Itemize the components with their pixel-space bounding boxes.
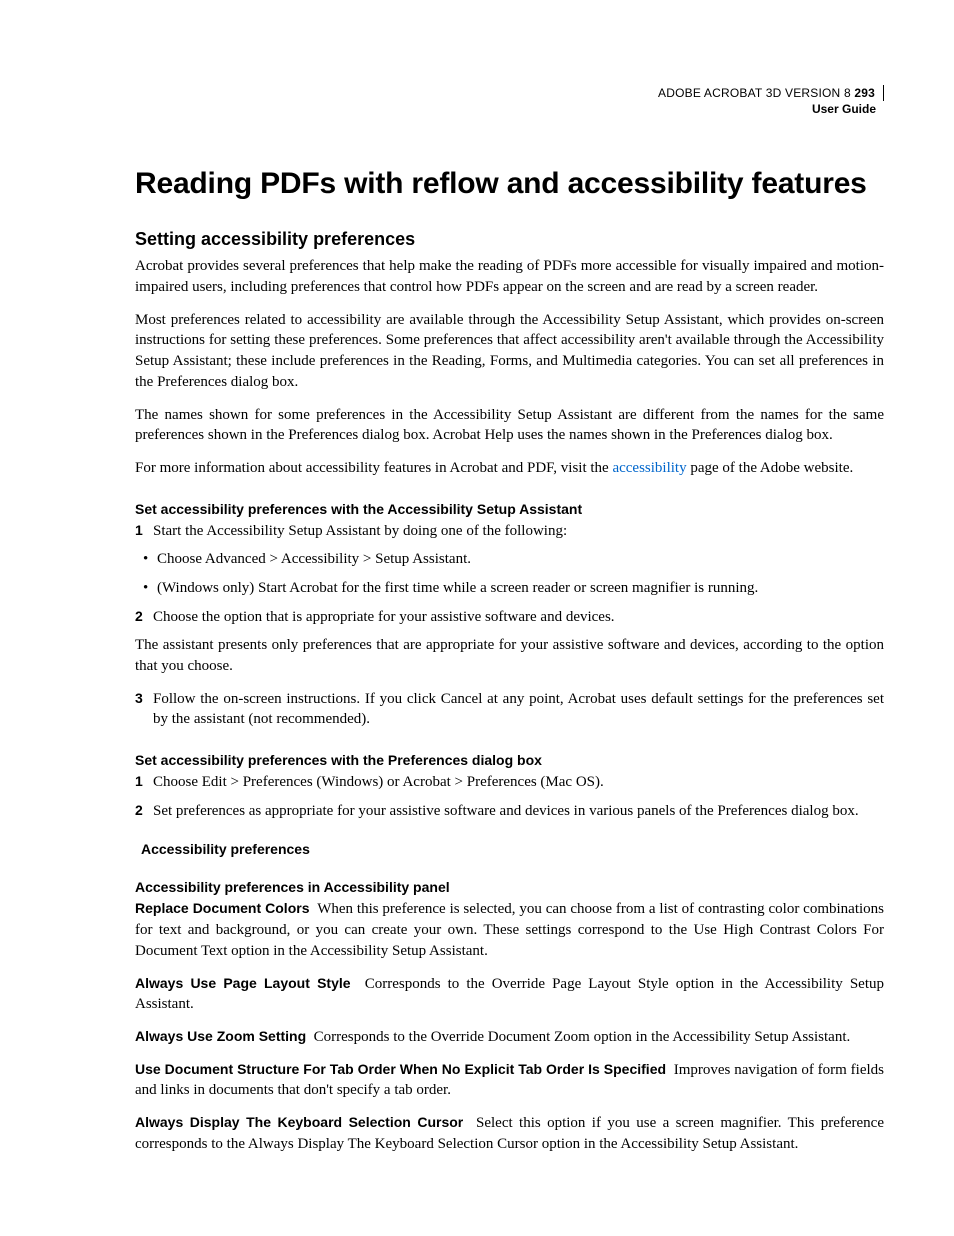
body-text: For more information about accessibility… [135, 460, 612, 476]
document-page: ADOBE ACROBAT 3D VERSION 8 293 User Guid… [0, 0, 954, 1236]
definition-term: Replace Document Colors [135, 900, 309, 916]
step-item: 1 Choose Edit > Preferences (Windows) or… [135, 772, 884, 793]
section-heading: Setting accessibility preferences [135, 229, 884, 250]
definition-term: Always Display The Keyboard Selection Cu… [135, 1114, 463, 1130]
header-page-number: 293 [854, 86, 875, 100]
definition-item: Always Use Zoom Setting Corresponds to t… [135, 1027, 884, 1048]
page-header: ADOBE ACROBAT 3D VERSION 8 293 User Guid… [135, 85, 884, 117]
definition-item: Use Document Structure For Tab Order Whe… [135, 1060, 884, 1101]
step-number: 1 [135, 772, 153, 793]
definition-term: Always Use Zoom Setting [135, 1028, 306, 1044]
step-text: Set preferences as appropriate for your … [153, 801, 884, 822]
step-item: 3 Follow the on-screen instructions. If … [135, 689, 884, 730]
step-number: 2 [135, 607, 153, 628]
accessibility-link[interactable]: accessibility [612, 460, 686, 476]
subsection-heading: Accessibility preferences [141, 841, 884, 857]
subsection-heading: Set accessibility preferences with the A… [135, 501, 884, 517]
definition-term: Always Use Page Layout Style [135, 975, 351, 991]
subsection-heading: Accessibility preferences in Accessibili… [135, 879, 884, 895]
body-paragraph: The assistant presents only preferences … [135, 635, 884, 676]
definition-item: Always Display The Keyboard Selection Cu… [135, 1113, 884, 1154]
bullet-text: (Windows only) Start Acrobat for the fir… [157, 578, 884, 599]
step-text: Start the Accessibility Setup Assistant … [153, 521, 884, 542]
step-item: 2 Choose the option that is appropriate … [135, 607, 884, 628]
definition-term: Use Document Structure For Tab Order Whe… [135, 1061, 666, 1077]
body-text: page of the Adobe website. [687, 460, 854, 476]
subsection-heading: Set accessibility preferences with the P… [135, 752, 884, 768]
bullet-item: • (Windows only) Start Acrobat for the f… [135, 578, 884, 599]
step-text: Choose Edit > Preferences (Windows) or A… [153, 772, 884, 793]
definition-text: Corresponds to the Override Document Zoo… [314, 1029, 851, 1045]
step-number: 3 [135, 689, 153, 730]
body-paragraph: Acrobat provides several preferences tha… [135, 256, 884, 297]
bullet-text: Choose Advanced > Accessibility > Setup … [157, 549, 884, 570]
step-text: Follow the on-screen instructions. If yo… [153, 689, 884, 730]
definition-item: Replace Document Colors When this prefer… [135, 899, 884, 961]
definition-item: Always Use Page Layout Style Corresponds… [135, 974, 884, 1015]
step-item: 2 Set preferences as appropriate for you… [135, 801, 884, 822]
body-paragraph: For more information about accessibility… [135, 458, 884, 479]
body-paragraph: Most preferences related to accessibilit… [135, 310, 884, 393]
step-number: 1 [135, 521, 153, 542]
bullet-icon: • [143, 549, 157, 570]
step-number: 2 [135, 801, 153, 822]
bullet-icon: • [143, 578, 157, 599]
header-product: ADOBE ACROBAT 3D VERSION 8 [658, 86, 851, 100]
body-paragraph: The names shown for some preferences in … [135, 405, 884, 446]
bullet-item: • Choose Advanced > Accessibility > Setu… [135, 549, 884, 570]
step-item: 1 Start the Accessibility Setup Assistan… [135, 521, 884, 542]
chapter-title: Reading PDFs with reflow and accessibili… [135, 167, 884, 201]
step-text: Choose the option that is appropriate fo… [153, 607, 884, 628]
header-subtitle: User Guide [135, 101, 884, 117]
